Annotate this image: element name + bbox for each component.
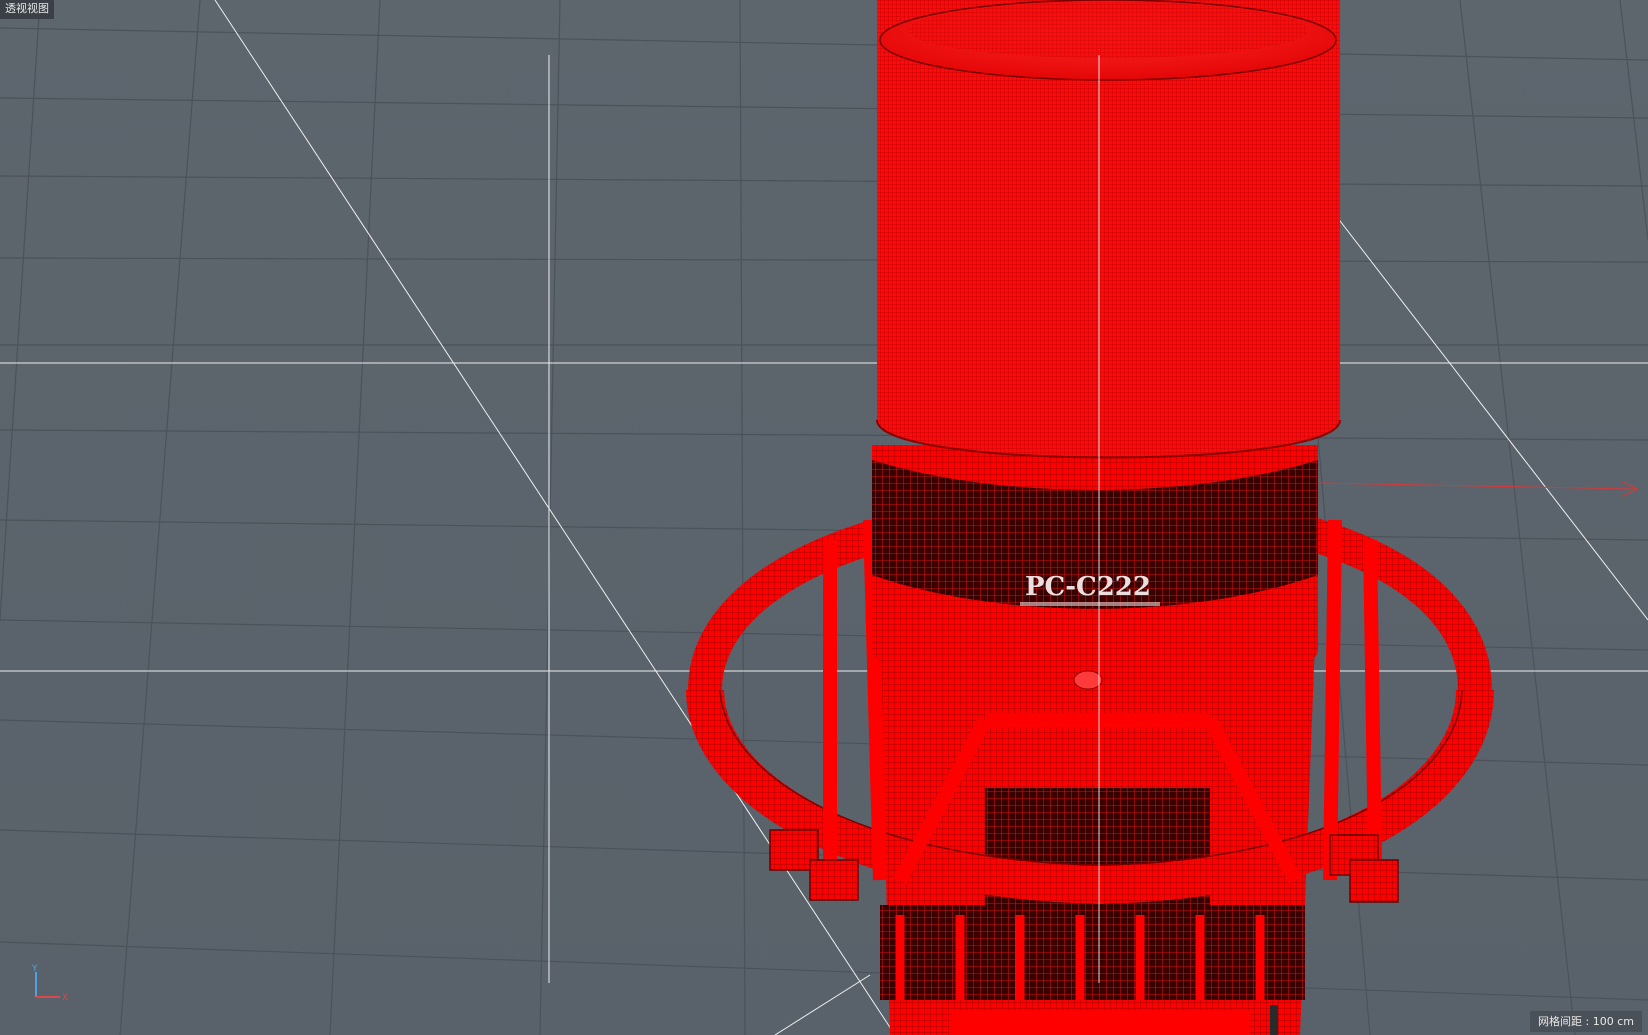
x-axis-line [1319,482,1636,490]
mic-center-dot [1073,670,1103,690]
mic-stand-post [950,1010,1250,1035]
perspective-viewport[interactable]: PC-C222 透视视图 Y X 网格间距 : 100 cm [0,0,1648,1035]
mic-brand-text: PC-C222 [1025,572,1151,602]
axis-x-label: X [62,993,68,1003]
axis-y-label: Y [31,964,38,974]
axis-gizmo: Y X [31,964,68,1003]
mic-brand-subtext [1020,602,1160,606]
grid-spacing-indicator: 网格间距 : 100 cm [1530,1011,1642,1032]
microphone-model: PC-C222 [686,0,1494,1035]
mic-base-band [880,905,1305,1000]
scene-canvas[interactable]: PC-C222 [0,0,1648,1035]
viewport-title[interactable]: 透视视图 [0,0,54,19]
